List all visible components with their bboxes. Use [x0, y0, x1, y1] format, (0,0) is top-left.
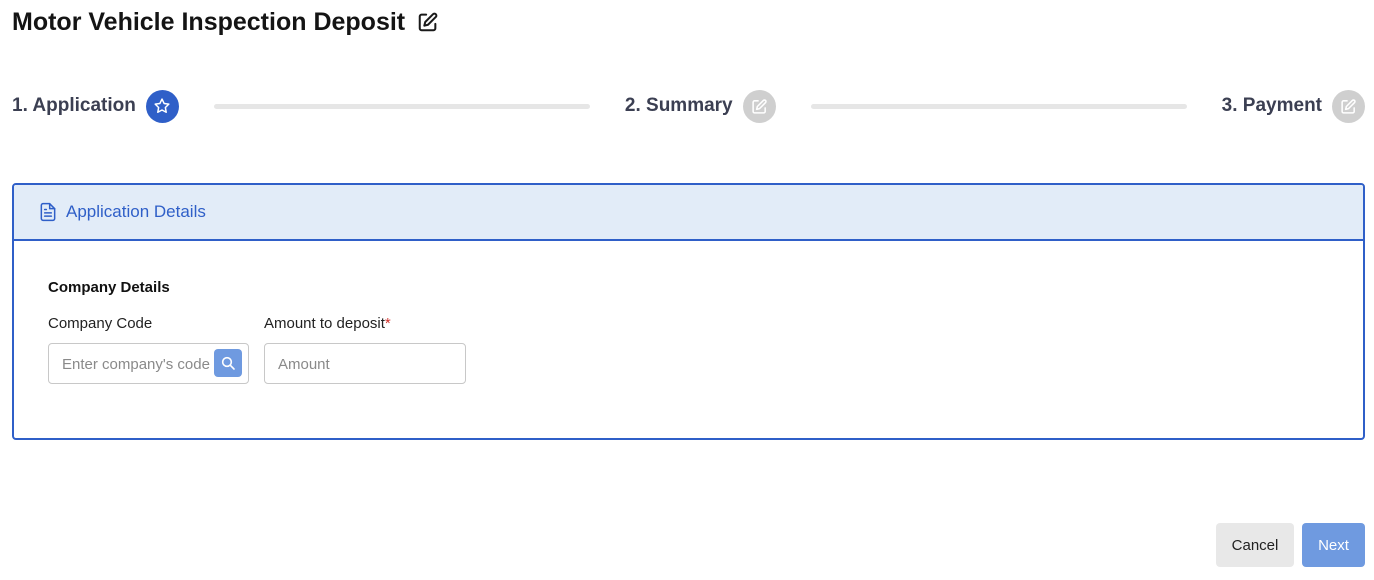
required-mark: * [384, 315, 391, 332]
cancel-button[interactable]: Cancel [1216, 523, 1294, 567]
step-label: 3. Payment [1221, 95, 1322, 116]
star-icon [154, 98, 170, 113]
step-badge-inactive[interactable] [1332, 89, 1365, 123]
search-button[interactable] [214, 349, 242, 377]
company-code-field: Company Code [48, 315, 249, 384]
company-code-label: Company Code [48, 315, 153, 332]
card-header-title: Application Details [66, 202, 206, 221]
step-label: 2. Summary [624, 95, 733, 116]
page-title: Motor Vehicle Inspection Deposit [12, 8, 406, 36]
next-button[interactable]: Next [1302, 523, 1365, 567]
search-icon [221, 356, 235, 370]
amount-label-text: Amount to deposit [264, 315, 385, 332]
section-title: Company Details [48, 279, 170, 296]
step-application[interactable]: 1. Application [12, 89, 179, 123]
step-connector [810, 103, 1187, 109]
step-payment[interactable]: 3. Payment [1221, 89, 1365, 123]
step-badge-inactive[interactable] [742, 89, 776, 123]
edit-icon [1341, 98, 1356, 114]
company-code-input-wrap [48, 343, 249, 384]
page: Motor Vehicle Inspection Deposit 1. Appl… [0, 0, 1374, 580]
amount-label: Amount to deposit* [264, 315, 466, 335]
title-row: Motor Vehicle Inspection Deposit [12, 6, 439, 38]
amount-input[interactable] [278, 354, 428, 374]
document-icon [40, 202, 56, 222]
edit-icon [751, 98, 767, 114]
edit-icon[interactable] [417, 11, 439, 33]
amount-input-wrap [264, 343, 466, 384]
step-summary[interactable]: 2. Summary [624, 89, 776, 123]
card-header[interactable]: Application Details [14, 185, 1363, 241]
company-code-input[interactable] [62, 354, 212, 374]
application-details-card: Application Details Company Details Comp… [12, 183, 1365, 440]
step-badge-active[interactable] [145, 89, 179, 123]
step-label: 1. Application [12, 95, 136, 116]
amount-field: Amount to deposit* [264, 315, 466, 384]
stepper: 1. Application 2. Summary 3. Payment [12, 89, 1365, 123]
step-connector [213, 103, 590, 109]
